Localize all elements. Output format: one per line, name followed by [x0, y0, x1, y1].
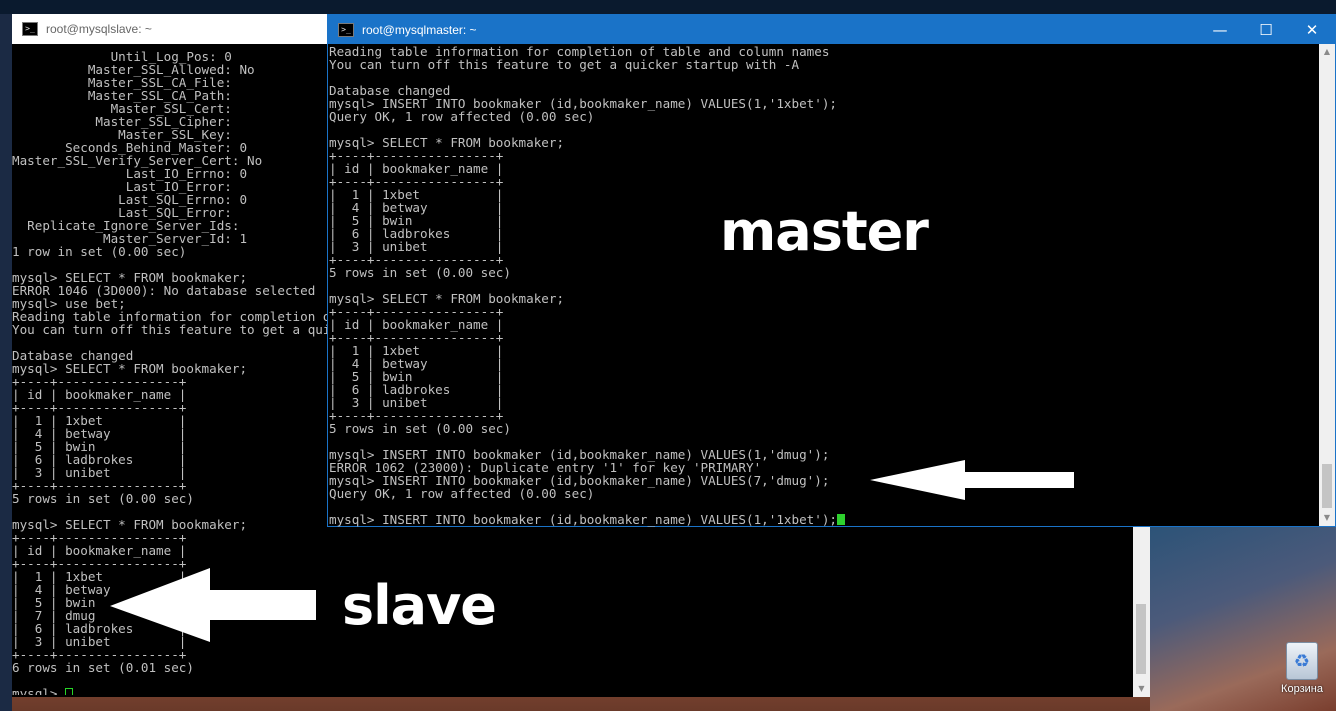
- slave-window-title: root@mysqlslave: ~: [46, 22, 152, 36]
- terminal-icon: >_: [338, 22, 354, 37]
- desktop-left-strip: [0, 14, 12, 711]
- prompt-line[interactable]: mysql> INSERT INTO bookmaker (id,bookmak…: [329, 513, 1319, 526]
- scroll-up-icon[interactable]: ▲: [1319, 44, 1335, 60]
- maximize-button[interactable]: ☐: [1243, 15, 1289, 44]
- recycle-bin-icon: ♻: [1286, 642, 1318, 680]
- master-terminal-output[interactable]: Reading table information for completion…: [329, 45, 1319, 527]
- scroll-down-icon[interactable]: ▼: [1133, 681, 1150, 697]
- scroll-down-icon[interactable]: ▼: [1319, 510, 1335, 526]
- slave-scroll-thumb[interactable]: [1136, 604, 1146, 674]
- text-cursor: [837, 514, 845, 525]
- terminal-line: Query OK, 1 row affected (0.00 sec): [329, 486, 595, 501]
- prompt-line[interactable]: mysql>: [12, 687, 1132, 695]
- recycle-bin-label: Корзина: [1281, 683, 1323, 695]
- master-annotation-label: master: [720, 200, 929, 263]
- master-arrow-icon: [870, 460, 1074, 500]
- prompt-text: mysql> INSERT INTO bookmaker (id,bookmak…: [329, 512, 837, 527]
- slave-arrow-icon: [110, 568, 316, 642]
- terminal-line: 5 rows in set (0.00 sec): [329, 421, 511, 436]
- master-terminal-window[interactable]: >_ root@mysqlmaster: ~ — ☐ ✕ Reading tab…: [327, 14, 1336, 527]
- close-button[interactable]: ✕: [1289, 15, 1335, 44]
- master-scrollbar[interactable]: ▲ ▼: [1319, 44, 1335, 526]
- terminal-icon: >_: [22, 22, 38, 36]
- text-cursor: [65, 688, 74, 695]
- slave-annotation-label: slave: [342, 574, 497, 637]
- minimize-button[interactable]: —: [1197, 15, 1243, 44]
- terminal-line: 5 rows in set (0.00 sec): [329, 265, 511, 280]
- prompt-text: mysql>: [12, 686, 66, 695]
- master-titlebar[interactable]: >_ root@mysqlmaster: ~ — ☐ ✕: [328, 15, 1335, 44]
- recycle-bin[interactable]: ♻ Корзина: [1280, 642, 1324, 702]
- master-window-title: root@mysqlmaster: ~: [362, 22, 477, 37]
- terminal-line: You can turn off this feature to get a q…: [329, 57, 800, 72]
- terminal-line: Query OK, 1 row affected (0.00 sec): [329, 109, 595, 124]
- master-scroll-thumb[interactable]: [1322, 464, 1332, 508]
- terminal-line: 6 rows in set (0.01 sec): [12, 660, 194, 675]
- desktop-top-strip: [0, 0, 1336, 14]
